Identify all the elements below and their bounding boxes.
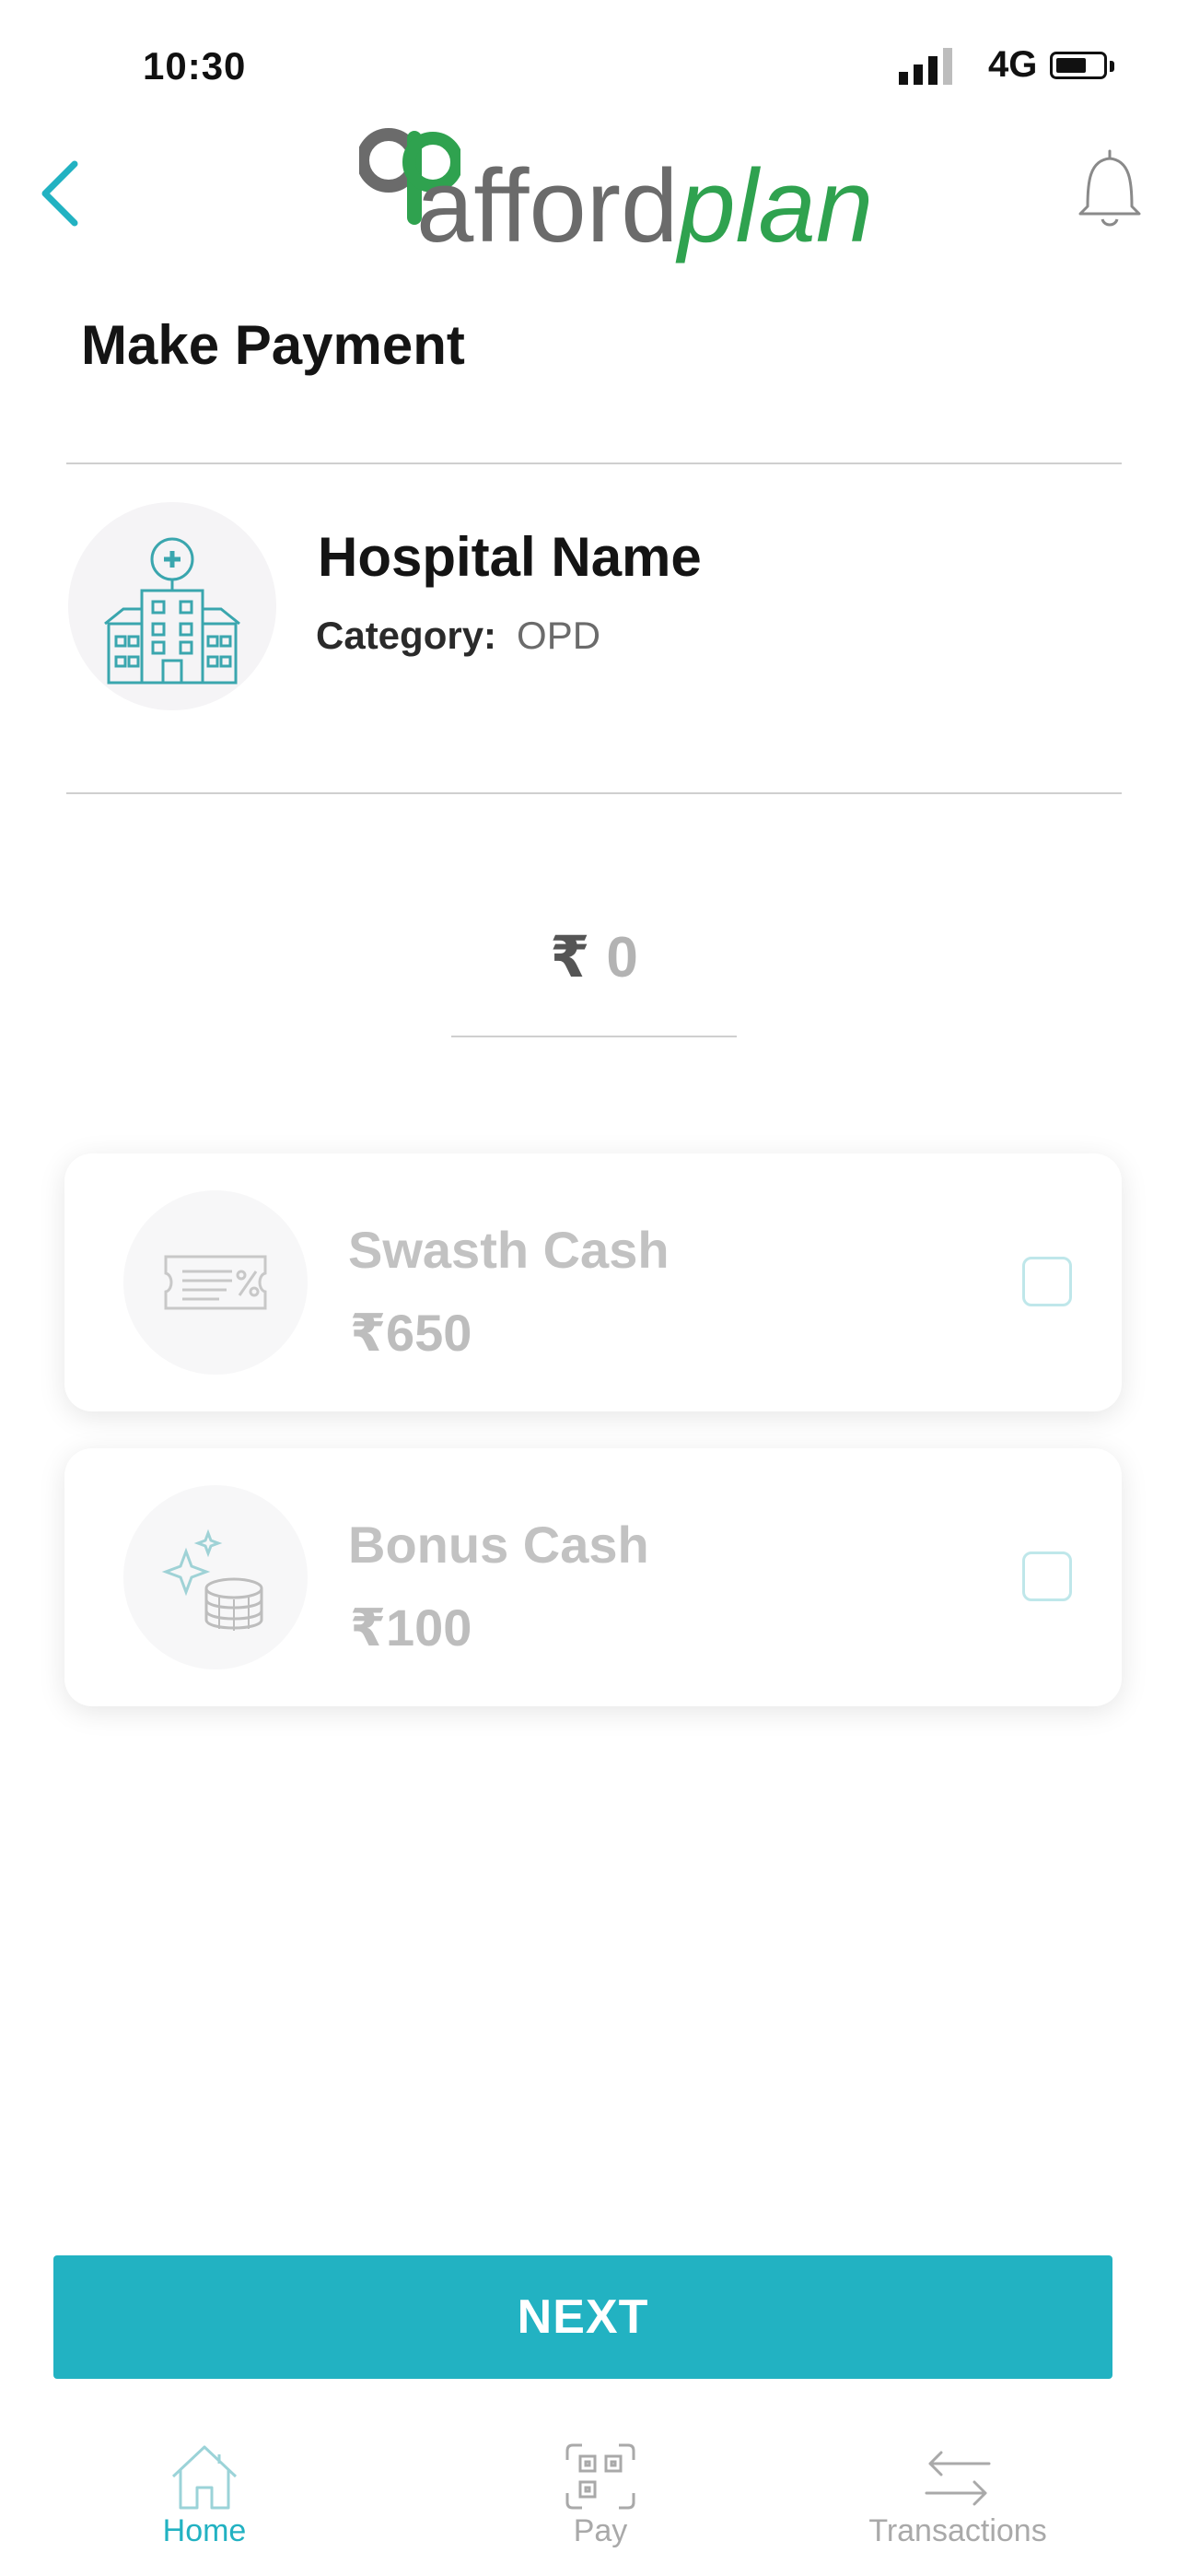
battery-cap bbox=[1110, 61, 1114, 72]
divider-top bbox=[66, 463, 1122, 464]
nav-pay[interactable]: Pay bbox=[481, 2441, 720, 2561]
network-type: 4G bbox=[988, 44, 1038, 85]
amount-underline bbox=[451, 1036, 737, 1037]
next-button[interactable]: NEXT bbox=[53, 2255, 1112, 2379]
category-label: Category: bbox=[316, 614, 497, 657]
battery-icon bbox=[1050, 52, 1107, 79]
amount-field[interactable]: ₹0 bbox=[451, 923, 737, 1037]
nav-label-pay: Pay bbox=[573, 2513, 628, 2548]
signal-icon bbox=[899, 48, 952, 85]
wallet-name: Bonus Cash bbox=[348, 1516, 649, 1574]
wallet-name: Swasth Cash bbox=[348, 1221, 670, 1279]
nav-label-home: Home bbox=[162, 2513, 247, 2548]
home-icon bbox=[171, 2445, 238, 2510]
qr-pay-icon bbox=[565, 2443, 635, 2510]
battery-level bbox=[1056, 58, 1086, 73]
wallet-icon-circle bbox=[123, 1190, 308, 1375]
coins-icon bbox=[161, 1528, 263, 1631]
wallet-checkbox[interactable] bbox=[1022, 1257, 1072, 1306]
bell-icon[interactable] bbox=[1073, 146, 1147, 228]
status-time: 10:30 bbox=[143, 44, 247, 88]
wallet-checkbox[interactable] bbox=[1022, 1551, 1072, 1601]
wallet-icon-circle bbox=[123, 1485, 308, 1669]
back-button[interactable] bbox=[28, 157, 92, 230]
wallet-card-bonus-cash[interactable]: Bonus Cash ₹100 bbox=[64, 1448, 1122, 1706]
logo-text-afford: afford bbox=[416, 148, 679, 263]
nav-label-transactions: Transactions bbox=[868, 2513, 1047, 2548]
page-title: Make Payment bbox=[81, 314, 465, 376]
rupee-icon: ₹ bbox=[550, 926, 590, 989]
hospital-icon bbox=[104, 537, 240, 685]
affordplan-logo: affordplan bbox=[359, 127, 873, 258]
hospital-avatar bbox=[68, 502, 276, 710]
logo-text-plan: plan bbox=[678, 148, 874, 263]
amount-input[interactable]: 0 bbox=[606, 926, 637, 989]
back-chevron-icon bbox=[41, 160, 78, 227]
wallet-amount: ₹100 bbox=[350, 1598, 472, 1657]
category-value: OPD bbox=[517, 614, 601, 657]
nav-home[interactable]: Home bbox=[85, 2441, 324, 2561]
transfer-arrows-icon bbox=[925, 2451, 991, 2506]
nav-transactions[interactable]: Transactions bbox=[838, 2441, 1077, 2561]
hospital-name: Hospital Name bbox=[318, 526, 702, 588]
wallet-amount: ₹650 bbox=[350, 1304, 472, 1362]
wallet-card-swasth-cash[interactable]: Swasth Cash ₹650 bbox=[64, 1153, 1122, 1411]
divider-bottom bbox=[66, 792, 1122, 794]
category-row: Category: OPD bbox=[316, 614, 600, 658]
voucher-icon bbox=[164, 1255, 267, 1310]
